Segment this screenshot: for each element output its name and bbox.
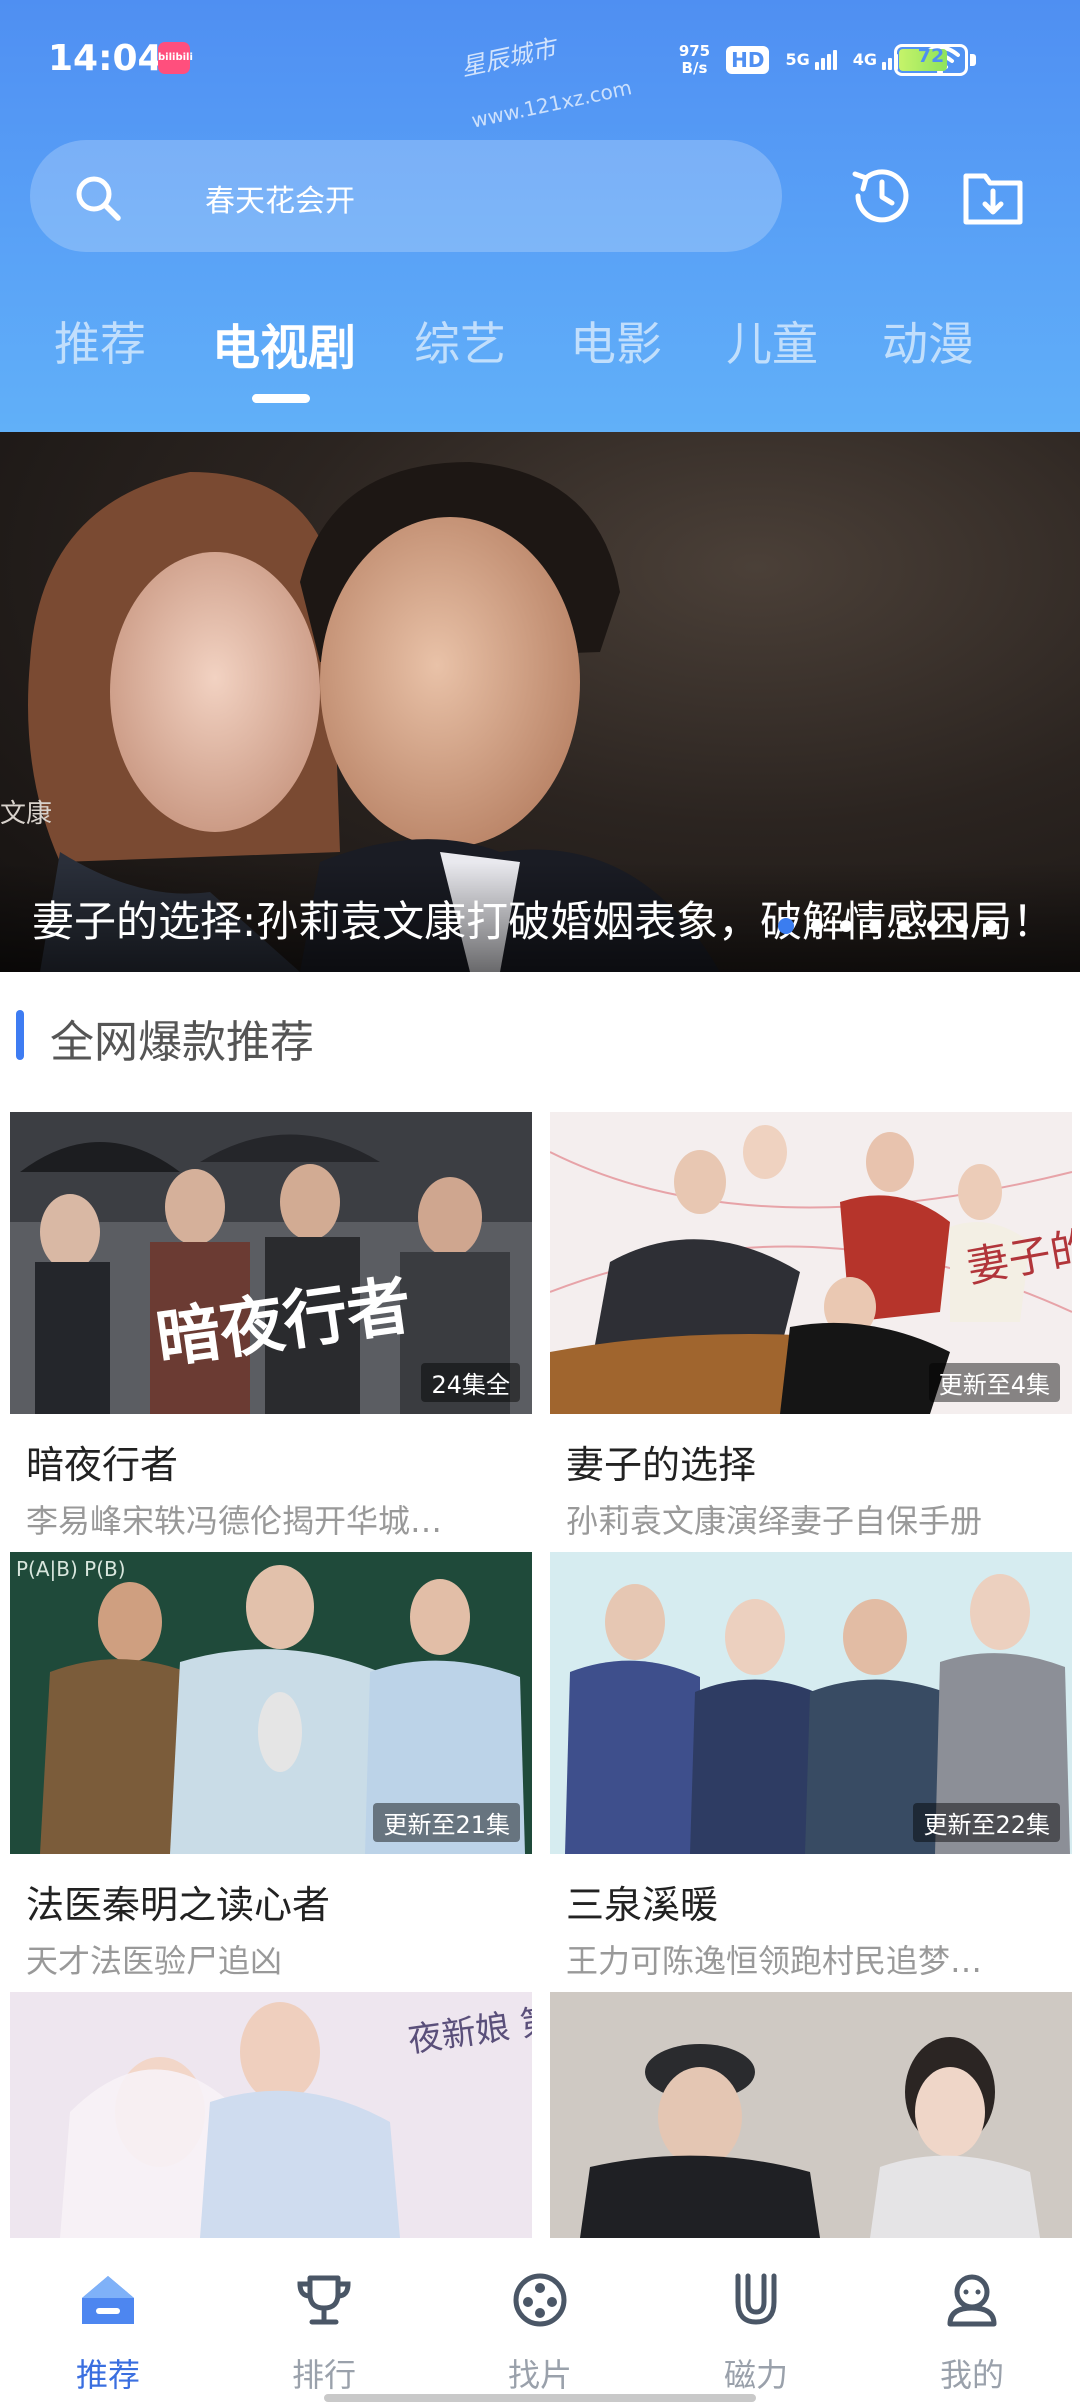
download-folder-icon[interactable] (958, 162, 1028, 232)
episode-badge: 更新至4集 (928, 1363, 1060, 1402)
pagination-dot (869, 920, 881, 932)
pagination-dot (811, 920, 823, 932)
magnet-icon (735, 2273, 777, 2325)
section-accent-bar (16, 1010, 24, 1060)
video-poster[interactable]: 夜新娘 第二季 (10, 1992, 532, 2238)
tab-variety[interactable]: 综艺 (414, 308, 506, 374)
search-bar[interactable]: 春天花会开 (30, 140, 782, 252)
network-speed-unit: B/s (681, 59, 708, 77)
status-bar: 14:04 bilibili 星辰城市 www.121xz.com 975 B/… (0, 0, 1080, 133)
nav-item-ranking[interactable]: 排行 (216, 2238, 432, 2408)
app-header: 14:04 bilibili 星辰城市 www.121xz.com 975 B/… (0, 0, 1080, 432)
tab-active-indicator (252, 394, 310, 403)
featured-banner[interactable]: 文康 妻子的选择:孙莉袁文康打破婚姻表象，破解情感困局！ (0, 432, 1080, 972)
pagination-dot (985, 920, 997, 932)
category-tabs: 推荐 电视剧 综艺 电影 儿童 动漫 (0, 300, 1080, 410)
pagination-dot (927, 920, 939, 932)
tab-anime[interactable]: 动漫 (882, 308, 974, 374)
nav-label: 我的 (939, 2356, 1004, 2394)
bottom-navigation: 推荐 排行 找片 磁力 我的 (0, 2238, 1080, 2408)
video-title: 法医秦明之读心者 (26, 1883, 331, 1927)
video-card[interactable]: P(A|B) P(B) 更新至21集 法医秦明之读心者 天才法医验尸追凶 (10, 1552, 532, 1980)
video-poster[interactable]: 妻子的选择 更新至4集 (550, 1112, 1072, 1414)
video-subtitle: 王力可陈逸恒领跑村民追梦… (566, 1942, 983, 1980)
search-icon (76, 176, 121, 221)
video-title: 暗夜行者 (26, 1443, 179, 1487)
nav-item-recommend[interactable]: 推荐 (0, 2238, 216, 2408)
nav-item-find[interactable]: 找片 (432, 2238, 648, 2408)
video-card[interactable]: 更新至22集 三泉溪暖 王力可陈逸恒领跑村民追梦… (550, 1552, 1072, 1980)
video-title: 三泉溪暖 (566, 1883, 719, 1927)
nav-label: 推荐 (75, 2356, 140, 2394)
video-card[interactable] (550, 1992, 1072, 2238)
tab-tv-series[interactable]: 电视剧 (212, 308, 356, 378)
watermark: 星辰城市 (458, 34, 559, 82)
battery-level: 72 (917, 45, 945, 67)
nav-item-profile[interactable]: 我的 (864, 2238, 1080, 2408)
episode-badge: 更新至22集 (913, 1803, 1060, 1842)
film-reel-icon (513, 2273, 567, 2327)
nav-label: 找片 (507, 2356, 572, 2394)
video-card[interactable]: 夜新娘 第二季 (10, 1992, 532, 2238)
banner-title: 妻子的选择:孙莉袁文康打破婚姻表象，破解情感困局！ (32, 897, 1055, 946)
signal-5g-label: 5G (785, 50, 810, 69)
video-poster[interactable]: 暗夜行者 24集全 (10, 1112, 532, 1414)
status-time: 14:04 (48, 38, 163, 79)
section-title: 全网爆款推荐 (50, 1017, 314, 1068)
tab-movie[interactable]: 电影 (570, 308, 662, 374)
tab-recommend[interactable]: 推荐 (54, 308, 146, 374)
video-poster[interactable]: P(A|B) P(B) 更新至21集 (10, 1552, 532, 1854)
battery-icon: 72 (894, 44, 968, 76)
video-poster[interactable] (550, 1992, 1072, 2238)
video-poster[interactable]: 更新至22集 (550, 1552, 1072, 1854)
pagination-dot (778, 918, 794, 934)
home-gesture-bar[interactable] (324, 2394, 756, 2402)
episode-badge: 更新至21集 (373, 1803, 520, 1842)
profile-icon (947, 2274, 997, 2327)
banner-side-text: 文康 (0, 799, 52, 829)
network-speed-value: 975 (678, 42, 711, 60)
video-subtitle: 李易峰宋轶冯德伦揭开华城… (26, 1502, 443, 1540)
poster-formula-art: P(A|B) P(B) (16, 1557, 126, 1581)
trophy-icon (297, 2275, 351, 2325)
video-card[interactable]: 妻子的选择 更新至4集 妻子的选择 孙莉袁文康演绎妻子自保手册 (550, 1112, 1072, 1540)
signal-4g-label: 4G (852, 50, 877, 69)
pagination-dot (840, 920, 852, 932)
video-subtitle: 天才法医验尸追凶 (26, 1942, 283, 1980)
signal-5g-icon: 5G (785, 50, 837, 70)
pagination-dot (898, 920, 910, 932)
search-placeholder[interactable]: 春天花会开 (205, 176, 355, 220)
tab-kids[interactable]: 儿童 (726, 308, 818, 374)
hd-volte-icon: HD (726, 46, 770, 74)
bilibili-notification-icon: bilibili (158, 42, 193, 74)
watermark-url: www.121xz.com (469, 75, 634, 133)
home-icon (82, 2276, 134, 2324)
video-subtitle: 孙莉袁文康演绎妻子自保手册 (566, 1502, 983, 1540)
nav-label: 排行 (291, 2356, 356, 2394)
banner-pagination (778, 918, 997, 934)
pagination-dot (956, 920, 968, 932)
network-speed: 975 B/s (679, 43, 710, 77)
episode-badge: 24集全 (421, 1363, 520, 1402)
video-title: 妻子的选择 (566, 1443, 757, 1487)
nav-label: 磁力 (723, 2356, 788, 2394)
nav-item-magnet[interactable]: 磁力 (648, 2238, 864, 2408)
video-card[interactable]: 暗夜行者 24集全 暗夜行者 李易峰宋轶冯德伦揭开华城… (10, 1112, 532, 1540)
history-icon[interactable] (846, 160, 918, 232)
